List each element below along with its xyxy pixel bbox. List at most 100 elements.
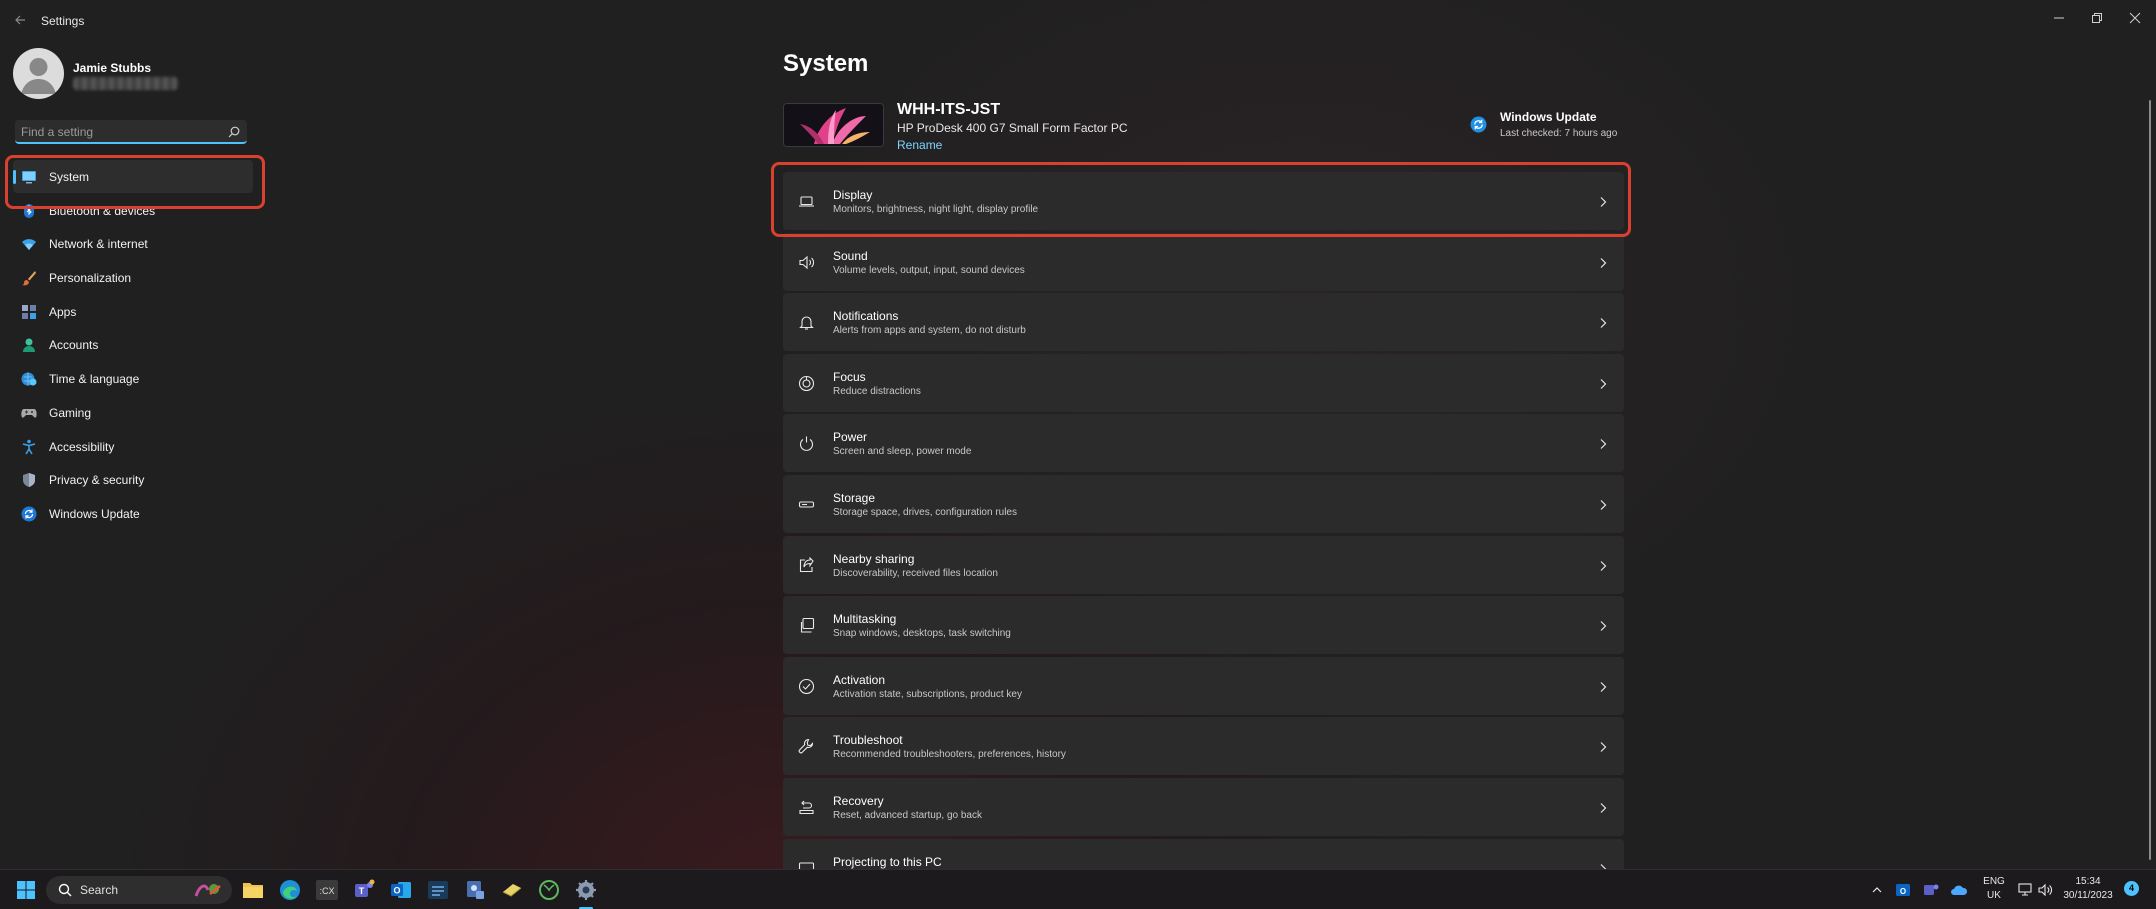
window-title: Settings [41,14,85,28]
card-power[interactable]: Power Screen and sleep, power mode [783,414,1624,473]
start-windows-icon[interactable] [14,878,38,902]
card-description: Snap windows, desktops, task switching [833,628,1011,640]
teams-tray-icon[interactable] [1922,878,1940,902]
minimize-button[interactable] [2043,6,2075,30]
teams-icon[interactable]: T [352,878,376,902]
settings-gear-icon[interactable] [574,878,598,902]
card-troubleshoot[interactable]: Troubleshoot Recommended troubleshooters… [783,717,1624,776]
sidebar-item-windows-update[interactable]: Windows Update [13,497,253,530]
speaker-icon [798,254,815,271]
remote-app-icon[interactable] [463,878,487,902]
card-title: Troubleshoot [833,733,903,748]
card-title: Power [833,430,868,445]
sidebar-item-privacy-security[interactable]: Privacy & security [13,463,253,496]
sidebar-nav: System Bluetooth & devices Network & int… [13,160,253,531]
sidebar-item-label: Network & internet [49,237,148,252]
card-recovery[interactable]: Recovery Reset, advanced startup, go bac… [783,777,1624,836]
chevron-right-icon [1598,619,1608,632]
apps-icon [21,304,37,320]
card-multitasking[interactable]: Multitasking Snap windows, desktops, tas… [783,596,1624,655]
region-indicator[interactable]: UK [1982,890,2006,901]
restore-button[interactable] [2081,6,2113,30]
sidebar-item-accounts[interactable]: Accounts [13,328,253,361]
user-name: Jamie Stubbs [73,61,152,75]
outlook-tray-icon[interactable]: O [1894,878,1912,902]
chevron-right-icon [1598,680,1608,692]
wrench-icon [798,738,815,755]
clock-date[interactable]: 30/11/2023 [2058,890,2118,901]
drive-icon [798,496,815,513]
chevron-right-icon [1598,740,1608,753]
edge-browser-icon[interactable] [278,878,302,902]
accessibility-icon [21,439,37,455]
network-icon[interactable] [2017,878,2035,902]
shield-icon [21,472,37,488]
card-description: Screen and sleep, power mode [833,446,972,458]
close-button[interactable] [2119,6,2151,30]
update-icon [21,506,37,522]
bell-icon [798,314,815,331]
recovery-icon [798,799,815,816]
card-description: Reset, advanced startup, go back [833,809,982,821]
svg-text::CX: :CX [319,886,334,896]
settings-search-box[interactable] [15,120,247,144]
globe-clock-icon [21,371,37,387]
card-notifications[interactable]: Notifications Alerts from apps and syste… [783,293,1624,352]
sidebar-item-label: Time & language [49,372,140,387]
card-description: Volume levels, output, input, sound devi… [833,264,1025,276]
card-focus[interactable]: Focus Reduce distractions [783,353,1624,412]
chevron-up-icon[interactable] [1869,878,1885,902]
sidebar-item-personalization[interactable]: Personalization [13,261,253,294]
card-activation[interactable]: Activation Activation state, subscriptio… [783,656,1624,715]
search-icon[interactable] [228,125,240,138]
redacted-email [73,77,178,90]
card-description: Storage space, drives, configuration rul… [833,506,1017,518]
card-description: Reduce distractions [833,385,921,397]
card-title: Recovery [833,793,884,808]
rename-link[interactable]: Rename [897,138,942,152]
back-arrow-icon[interactable] [12,12,28,28]
device-model: HP ProDesk 400 G7 Small Form Factor PC [897,121,1128,135]
notes-app-icon[interactable] [500,878,524,902]
focus-icon [798,375,815,392]
sidebar-item-gaming[interactable]: Gaming [13,396,253,429]
file-explorer-icon[interactable] [241,878,265,902]
card-nearby-sharing[interactable]: Nearby sharing Discoverability, received… [783,535,1624,594]
windows-update-status: Last checked: 7 hours ago [1500,128,1618,139]
card-sound[interactable]: Sound Volume levels, output, input, soun… [783,232,1624,291]
card-title: Sound [833,248,868,263]
share-icon [798,556,815,574]
sidebar-item-apps[interactable]: Apps [13,295,253,328]
avatar [13,48,64,99]
wifi-icon [21,236,37,252]
user-profile[interactable]: Jamie Stubbs [13,48,273,100]
cx-app-icon[interactable]: :CX [315,878,339,902]
sidebar-item-accessibility[interactable]: Accessibility [13,430,253,463]
search-highlight-icon [192,880,224,900]
sidebar-item-network[interactable]: Network & internet [13,227,253,260]
card-title: Multitasking [833,612,897,627]
language-indicator[interactable]: ENG [1982,876,2006,887]
search-icon [58,883,72,897]
xbox-app-icon[interactable] [537,878,561,902]
volume-icon[interactable] [2037,878,2055,902]
paintbrush-icon [21,270,37,286]
taskbar-search[interactable]: Search [46,876,232,904]
person-icon [21,337,37,353]
card-storage[interactable]: Storage Storage space, drives, configura… [783,474,1624,533]
highlight-annotation-system [5,155,265,209]
outlook-icon[interactable]: O [389,878,413,902]
onedrive-icon[interactable] [1950,878,1968,902]
sidebar-item-time-language[interactable]: Time & language [13,362,253,395]
search-input[interactable] [21,123,221,141]
clock-time[interactable]: 15:34 [2058,876,2118,887]
scrollbar[interactable] [2149,100,2151,860]
chevron-right-icon [1598,559,1608,571]
terminal-app-icon[interactable] [426,878,450,902]
notification-count-badge[interactable]: 4 [2124,881,2139,896]
card-title: Storage [833,490,876,505]
windows-update-title[interactable]: Windows Update [1500,110,1597,124]
check-circle-icon [798,678,815,695]
svg-text:O: O [1900,887,1906,896]
windows-update-icon[interactable] [1470,116,1487,133]
